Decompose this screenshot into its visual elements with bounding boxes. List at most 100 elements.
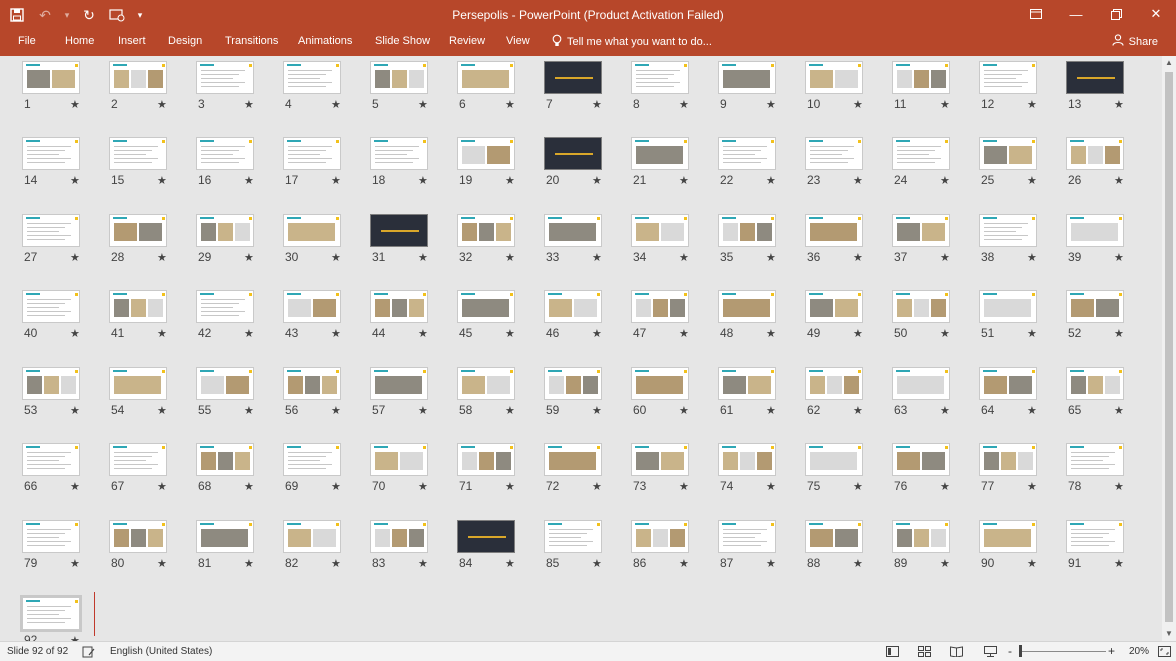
slide-thumbnail[interactable] — [1066, 290, 1124, 323]
tab-insert[interactable]: Insert — [118, 35, 146, 47]
transition-star-icon[interactable]: ★ — [157, 480, 167, 493]
transition-star-icon[interactable]: ★ — [1027, 251, 1037, 264]
transition-star-icon[interactable]: ★ — [244, 404, 254, 417]
slide-thumbnail[interactable] — [457, 61, 515, 94]
tab-view[interactable]: View — [506, 35, 530, 47]
transition-star-icon[interactable]: ★ — [853, 327, 863, 340]
slide-thumbnail[interactable] — [283, 61, 341, 94]
transition-star-icon[interactable]: ★ — [679, 174, 689, 187]
transition-star-icon[interactable]: ★ — [1114, 327, 1124, 340]
transition-star-icon[interactable]: ★ — [940, 480, 950, 493]
slide-thumbnail[interactable] — [457, 290, 515, 323]
slide-thumbnail[interactable] — [544, 367, 602, 400]
transition-star-icon[interactable]: ★ — [505, 251, 515, 264]
spell-check-icon[interactable] — [80, 645, 96, 658]
slide-thumbnail[interactable] — [457, 367, 515, 400]
slide-thumbnail[interactable] — [979, 443, 1037, 476]
transition-star-icon[interactable]: ★ — [679, 251, 689, 264]
slide-thumbnail[interactable] — [196, 290, 254, 323]
zoom-level[interactable]: 20% — [1129, 646, 1149, 657]
transition-star-icon[interactable]: ★ — [331, 251, 341, 264]
slide-thumbnail[interactable] — [457, 214, 515, 247]
transition-star-icon[interactable]: ★ — [1027, 174, 1037, 187]
slide-thumbnail[interactable] — [544, 290, 602, 323]
slide-thumbnail[interactable] — [805, 520, 863, 553]
transition-star-icon[interactable]: ★ — [244, 480, 254, 493]
slide-thumbnail[interactable] — [370, 214, 428, 247]
transition-star-icon[interactable]: ★ — [331, 480, 341, 493]
tab-home[interactable]: Home — [65, 35, 94, 47]
slide-thumbnail[interactable] — [892, 290, 950, 323]
transition-star-icon[interactable]: ★ — [418, 174, 428, 187]
transition-star-icon[interactable]: ★ — [244, 251, 254, 264]
transition-star-icon[interactable]: ★ — [331, 98, 341, 111]
slide-sorter-view-icon[interactable] — [916, 645, 932, 658]
slide-thumbnail[interactable] — [1066, 137, 1124, 170]
transition-star-icon[interactable]: ★ — [70, 557, 80, 570]
slide-thumbnail[interactable] — [892, 443, 950, 476]
normal-view-icon[interactable] — [884, 645, 900, 658]
transition-star-icon[interactable]: ★ — [766, 327, 776, 340]
transition-star-icon[interactable]: ★ — [331, 327, 341, 340]
slide-thumbnail[interactable] — [805, 367, 863, 400]
transition-star-icon[interactable]: ★ — [1114, 557, 1124, 570]
slide-thumbnail[interactable] — [805, 443, 863, 476]
slide-thumbnail[interactable] — [109, 290, 167, 323]
slide-thumbnail[interactable] — [457, 443, 515, 476]
transition-star-icon[interactable]: ★ — [679, 327, 689, 340]
slide-thumbnail[interactable] — [196, 520, 254, 553]
slide-thumbnail[interactable] — [979, 367, 1037, 400]
slide-thumbnail[interactable] — [718, 367, 776, 400]
transition-star-icon[interactable]: ★ — [70, 251, 80, 264]
transition-star-icon[interactable]: ★ — [331, 557, 341, 570]
slide-thumbnail[interactable] — [457, 137, 515, 170]
transition-star-icon[interactable]: ★ — [1114, 480, 1124, 493]
tell-me-box[interactable]: Tell me what you want to do... — [552, 34, 712, 50]
close-icon[interactable]: ✕ — [1136, 0, 1176, 28]
slide-thumbnail[interactable] — [22, 520, 80, 553]
transition-star-icon[interactable]: ★ — [505, 174, 515, 187]
slide-thumbnail[interactable] — [892, 214, 950, 247]
slide-thumbnail[interactable] — [283, 214, 341, 247]
transition-star-icon[interactable]: ★ — [766, 251, 776, 264]
transition-star-icon[interactable]: ★ — [1027, 98, 1037, 111]
slide-thumbnail[interactable] — [283, 137, 341, 170]
slide-thumbnail[interactable] — [805, 290, 863, 323]
slide-thumbnail[interactable] — [544, 61, 602, 94]
zoom-in-button[interactable]: + — [1108, 644, 1115, 658]
transition-star-icon[interactable]: ★ — [244, 557, 254, 570]
slide-show-view-icon[interactable] — [982, 645, 998, 658]
slide-thumbnail[interactable] — [1066, 214, 1124, 247]
slide-thumbnail[interactable] — [109, 61, 167, 94]
transition-star-icon[interactable]: ★ — [244, 174, 254, 187]
transition-star-icon[interactable]: ★ — [1027, 480, 1037, 493]
slide-thumbnail[interactable] — [631, 367, 689, 400]
transition-star-icon[interactable]: ★ — [1027, 557, 1037, 570]
slide-thumbnail[interactable] — [196, 61, 254, 94]
transition-star-icon[interactable]: ★ — [1114, 404, 1124, 417]
slide-thumbnail[interactable] — [457, 520, 515, 553]
transition-star-icon[interactable]: ★ — [853, 174, 863, 187]
transition-star-icon[interactable]: ★ — [940, 557, 950, 570]
slide-thumbnail[interactable] — [631, 290, 689, 323]
slide-thumbnail[interactable] — [805, 137, 863, 170]
transition-star-icon[interactable]: ★ — [679, 480, 689, 493]
share-button[interactable]: Share — [1112, 34, 1158, 49]
tab-animations[interactable]: Animations — [298, 35, 352, 47]
slide-thumbnail[interactable] — [196, 367, 254, 400]
slide-thumbnail[interactable] — [979, 214, 1037, 247]
slide-thumbnail[interactable] — [196, 214, 254, 247]
transition-star-icon[interactable]: ★ — [70, 404, 80, 417]
slide-thumbnail[interactable] — [718, 61, 776, 94]
slide-thumbnail[interactable] — [283, 367, 341, 400]
transition-star-icon[interactable]: ★ — [592, 557, 602, 570]
slide-thumbnail[interactable] — [109, 367, 167, 400]
tab-slide-show[interactable]: Slide Show — [375, 35, 430, 47]
transition-star-icon[interactable]: ★ — [70, 480, 80, 493]
transition-star-icon[interactable]: ★ — [1027, 404, 1037, 417]
transition-star-icon[interactable]: ★ — [1114, 251, 1124, 264]
transition-star-icon[interactable]: ★ — [592, 251, 602, 264]
slide-thumbnail[interactable] — [979, 137, 1037, 170]
slide-thumbnail[interactable] — [283, 443, 341, 476]
transition-star-icon[interactable]: ★ — [766, 404, 776, 417]
